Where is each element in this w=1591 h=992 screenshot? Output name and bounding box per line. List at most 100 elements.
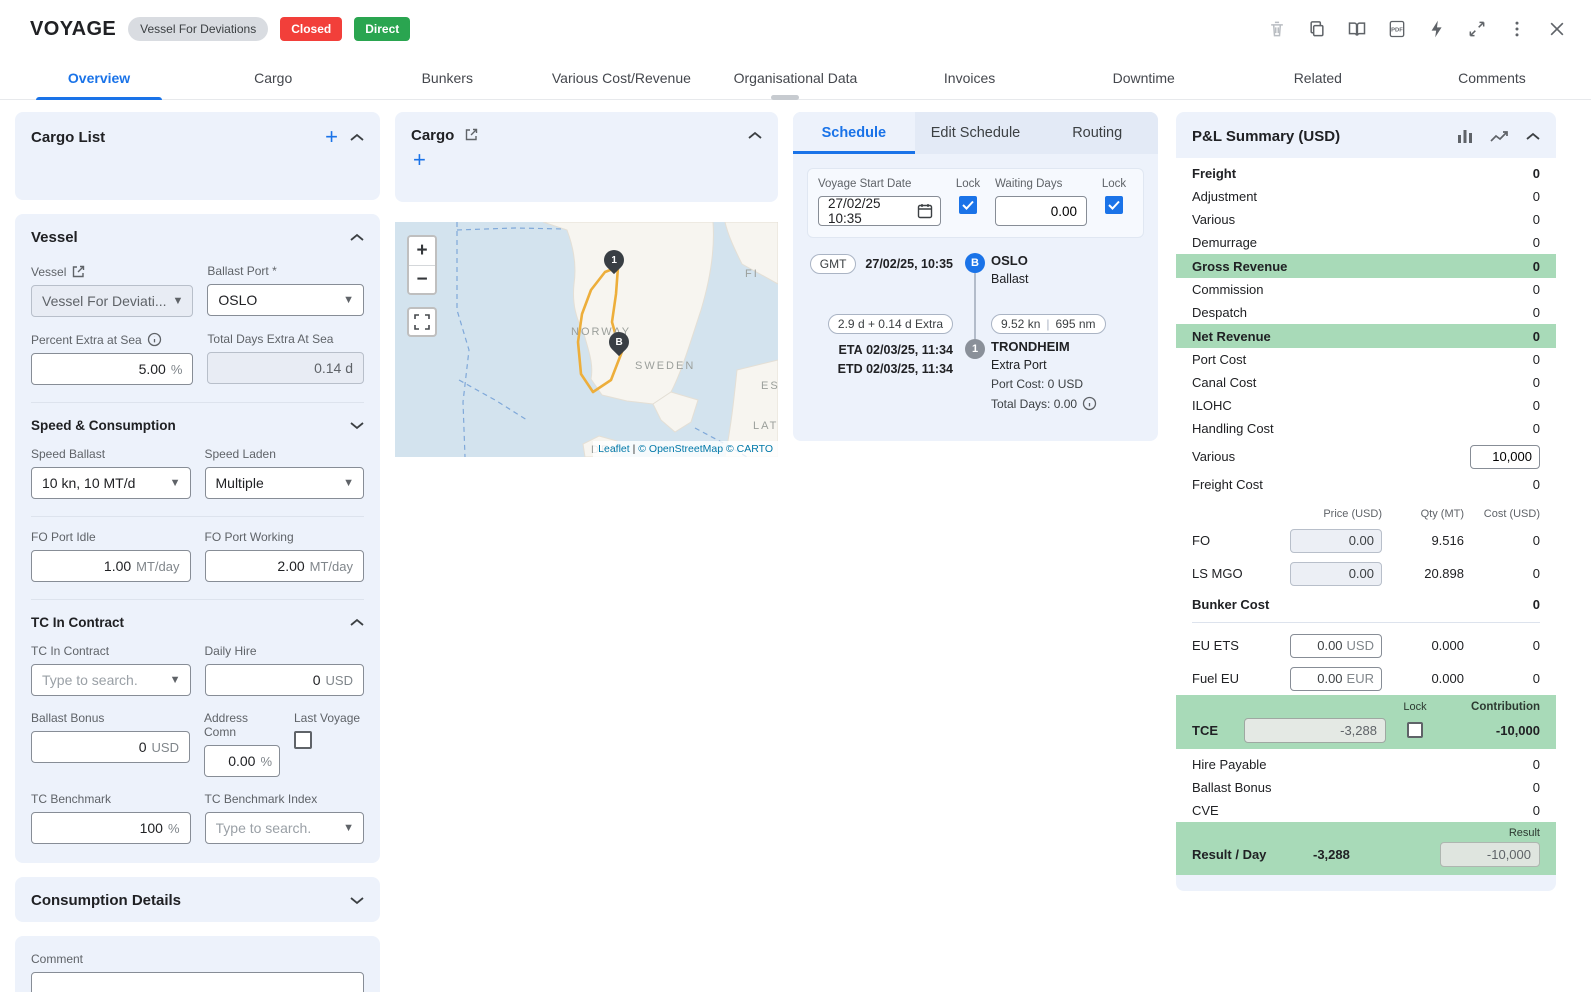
bunker-table-header: Price (USD) Qty (MT) Cost (USD) bbox=[1176, 504, 1556, 524]
tab-invoices[interactable]: Invoices bbox=[883, 58, 1057, 99]
compare-icon[interactable] bbox=[1347, 19, 1367, 39]
chevron-up-icon[interactable] bbox=[1526, 132, 1540, 141]
close-icon[interactable] bbox=[1547, 19, 1567, 39]
ballast-port-select[interactable]: OSLO ▼ bbox=[207, 284, 364, 316]
chevron-up-icon[interactable] bbox=[350, 233, 364, 242]
tab-downtime[interactable]: Downtime bbox=[1057, 58, 1231, 99]
chevron-down-icon[interactable] bbox=[350, 896, 364, 905]
port2-days: Total Days: 0.00 bbox=[991, 396, 1097, 411]
trend-chart-icon[interactable] bbox=[1490, 127, 1510, 145]
voyage-page: VOYAGE Vessel For Deviations Closed Dire… bbox=[0, 0, 1591, 992]
tc-benchmark-input[interactable]: 100 % bbox=[31, 812, 191, 844]
copy-icon[interactable] bbox=[1307, 19, 1327, 39]
map-label-sweden: SWEDEN bbox=[635, 360, 695, 372]
last-voyage-checkbox[interactable] bbox=[294, 731, 312, 749]
waiting-days-label: Waiting Days bbox=[995, 178, 1087, 190]
zoom-out-button[interactable]: − bbox=[409, 265, 435, 293]
waiting-days-lock-checkbox[interactable] bbox=[1105, 196, 1123, 214]
tce-lock-checkbox[interactable] bbox=[1407, 722, 1423, 738]
ls-mgo-price-input[interactable]: 0.00 bbox=[1290, 562, 1382, 586]
info-icon[interactable] bbox=[1082, 396, 1097, 411]
tab-schedule[interactable]: Schedule bbox=[793, 112, 915, 154]
pnl-row-adjustment: Adjustment0 bbox=[1176, 185, 1556, 208]
tab-cargo[interactable]: Cargo bbox=[186, 58, 360, 99]
tab-routing[interactable]: Routing bbox=[1036, 112, 1158, 154]
osm-link[interactable]: © OpenStreetMap bbox=[638, 443, 723, 455]
daily-hire-label: Daily Hire bbox=[205, 644, 365, 658]
pnl-row-freight-cost: Freight Cost0 bbox=[1176, 473, 1556, 496]
add-cargo-item-icon[interactable]: + bbox=[411, 147, 428, 172]
fo-port-idle-input[interactable]: 1.00 MT/day bbox=[31, 550, 191, 582]
main-tab-bar: Overview Cargo Bunkers Various Cost/Reve… bbox=[0, 58, 1591, 100]
info-icon[interactable] bbox=[147, 332, 162, 347]
speed-laden-label: Speed Laden bbox=[205, 447, 365, 461]
pdf-icon[interactable]: PDF bbox=[1387, 19, 1407, 39]
tc-benchmark-index-select[interactable]: Type to search. ▼ bbox=[205, 812, 365, 844]
bar-chart-icon[interactable] bbox=[1456, 127, 1474, 145]
tab-bunkers[interactable]: Bunkers bbox=[360, 58, 534, 99]
leaflet-link[interactable]: Leaflet bbox=[598, 443, 630, 455]
lock-label: Lock bbox=[1095, 178, 1133, 190]
leg-speed-chip[interactable]: 9.52 kn|695 nm bbox=[991, 314, 1106, 334]
port2-name: TRONDHEIM bbox=[991, 339, 1097, 354]
eu-ets-price-input[interactable]: 0.00USD bbox=[1290, 634, 1382, 658]
pnl-summary-panel: P&L Summary (USD) bbox=[1176, 112, 1556, 891]
percent-extra-input[interactable]: 5.00 % bbox=[31, 353, 193, 385]
delete-icon[interactable] bbox=[1267, 19, 1287, 39]
map-label-estonia: ES bbox=[761, 380, 778, 392]
consumption-details-panel: Consumption Details bbox=[15, 877, 380, 922]
carto-link[interactable]: © CARTO bbox=[726, 443, 773, 455]
comment-label: Comment bbox=[31, 952, 364, 966]
timezone-chip[interactable]: GMT bbox=[810, 254, 857, 274]
zoom-in-button[interactable]: + bbox=[409, 237, 435, 265]
vessel-panel-title: Vessel bbox=[31, 229, 78, 246]
tab-various-cost-revenue[interactable]: Various Cost/Revenue bbox=[534, 58, 708, 99]
voyage-start-date-input[interactable]: 27/02/25 10:35 bbox=[818, 196, 941, 226]
waiting-days-input[interactable] bbox=[995, 196, 1087, 226]
add-cargo-icon[interactable]: + bbox=[323, 127, 340, 147]
tab-edit-schedule[interactable]: Edit Schedule bbox=[915, 112, 1037, 154]
start-date-lock-checkbox[interactable] bbox=[959, 196, 977, 214]
days-extra-label: Total Days Extra At Sea bbox=[207, 332, 364, 346]
ballast-bonus-input[interactable]: 0 USD bbox=[31, 731, 190, 763]
map-fullscreen-button[interactable] bbox=[407, 307, 437, 337]
external-link-icon[interactable] bbox=[464, 127, 481, 144]
fo-port-working-input[interactable]: 2.00 MT/day bbox=[205, 550, 365, 582]
chevron-down-icon: ▼ bbox=[343, 294, 354, 306]
map-label-latvia: LAT bbox=[753, 420, 778, 432]
fo-price-input[interactable]: 0.00 bbox=[1290, 529, 1382, 553]
tab-comments[interactable]: Comments bbox=[1405, 58, 1579, 99]
voyage-map[interactable]: NORWAY SWEDEN DEN FI ES LAT B 1 + − Leaf… bbox=[395, 222, 778, 457]
address-comn-input[interactable]: 0.00 % bbox=[204, 745, 280, 777]
chevron-up-icon[interactable] bbox=[748, 131, 762, 140]
chevron-up-icon[interactable] bbox=[350, 133, 364, 142]
chevron-down-icon[interactable] bbox=[350, 421, 364, 430]
pnl-row-commission: Commission0 bbox=[1176, 278, 1556, 301]
quick-actions-icon[interactable] bbox=[1427, 19, 1447, 39]
tc-in-contract-select[interactable]: Type to search. ▼ bbox=[31, 664, 191, 696]
daily-hire-input[interactable]: 0 USD bbox=[205, 664, 365, 696]
calendar-icon[interactable] bbox=[917, 203, 933, 219]
fuel-eu-price-input[interactable]: 0.00EUR bbox=[1290, 667, 1382, 691]
cargo-list-panel: Cargo List + bbox=[15, 112, 380, 200]
fullscreen-icon[interactable] bbox=[1467, 19, 1487, 39]
chevron-up-icon[interactable] bbox=[350, 618, 364, 627]
tab-organisational-data[interactable]: Organisational Data bbox=[708, 58, 882, 99]
more-options-icon[interactable] bbox=[1507, 19, 1527, 39]
pnl-row-port-cost: Port Cost0 bbox=[1176, 348, 1556, 371]
result-total: -10,000 bbox=[1440, 842, 1540, 867]
speed-laden-select[interactable]: Multiple ▼ bbox=[205, 467, 365, 499]
various-cost-input[interactable] bbox=[1470, 445, 1540, 469]
speed-ballast-select[interactable]: 10 kn, 10 MT/d ▼ bbox=[31, 467, 191, 499]
eta-row: ETA 02/03/25, 11:34 bbox=[839, 343, 953, 357]
tab-related[interactable]: Related bbox=[1231, 58, 1405, 99]
leg-duration-chip[interactable]: 2.9 d + 0.14 d Extra bbox=[828, 314, 953, 334]
tab-overview[interactable]: Overview bbox=[12, 58, 186, 99]
page-title: VOYAGE bbox=[30, 18, 116, 41]
external-link-icon[interactable] bbox=[71, 264, 86, 279]
comment-textarea[interactable] bbox=[31, 972, 364, 992]
chevron-down-icon: ▼ bbox=[170, 674, 181, 686]
vessel-select[interactable]: Vessel For Deviati... ▼ bbox=[31, 285, 193, 317]
panel-resize-handle[interactable] bbox=[771, 95, 799, 100]
pnl-row-fuel-eu: Fuel EU 0.00EUR 0.000 0 bbox=[1176, 662, 1556, 695]
